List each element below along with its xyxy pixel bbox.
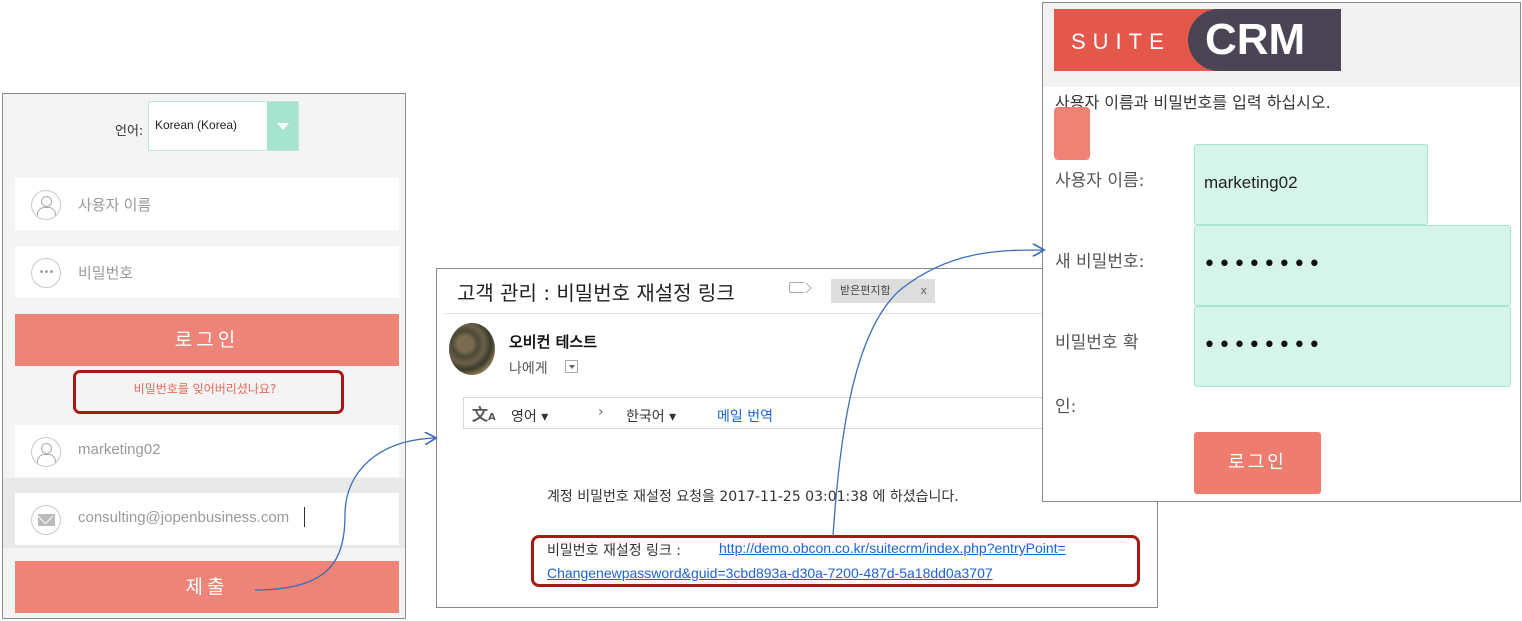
arrow-link-to-crm bbox=[832, 250, 1043, 537]
flow-arrows bbox=[254, 0, 1522, 591]
arrow-submit-to-email bbox=[254, 438, 435, 591]
